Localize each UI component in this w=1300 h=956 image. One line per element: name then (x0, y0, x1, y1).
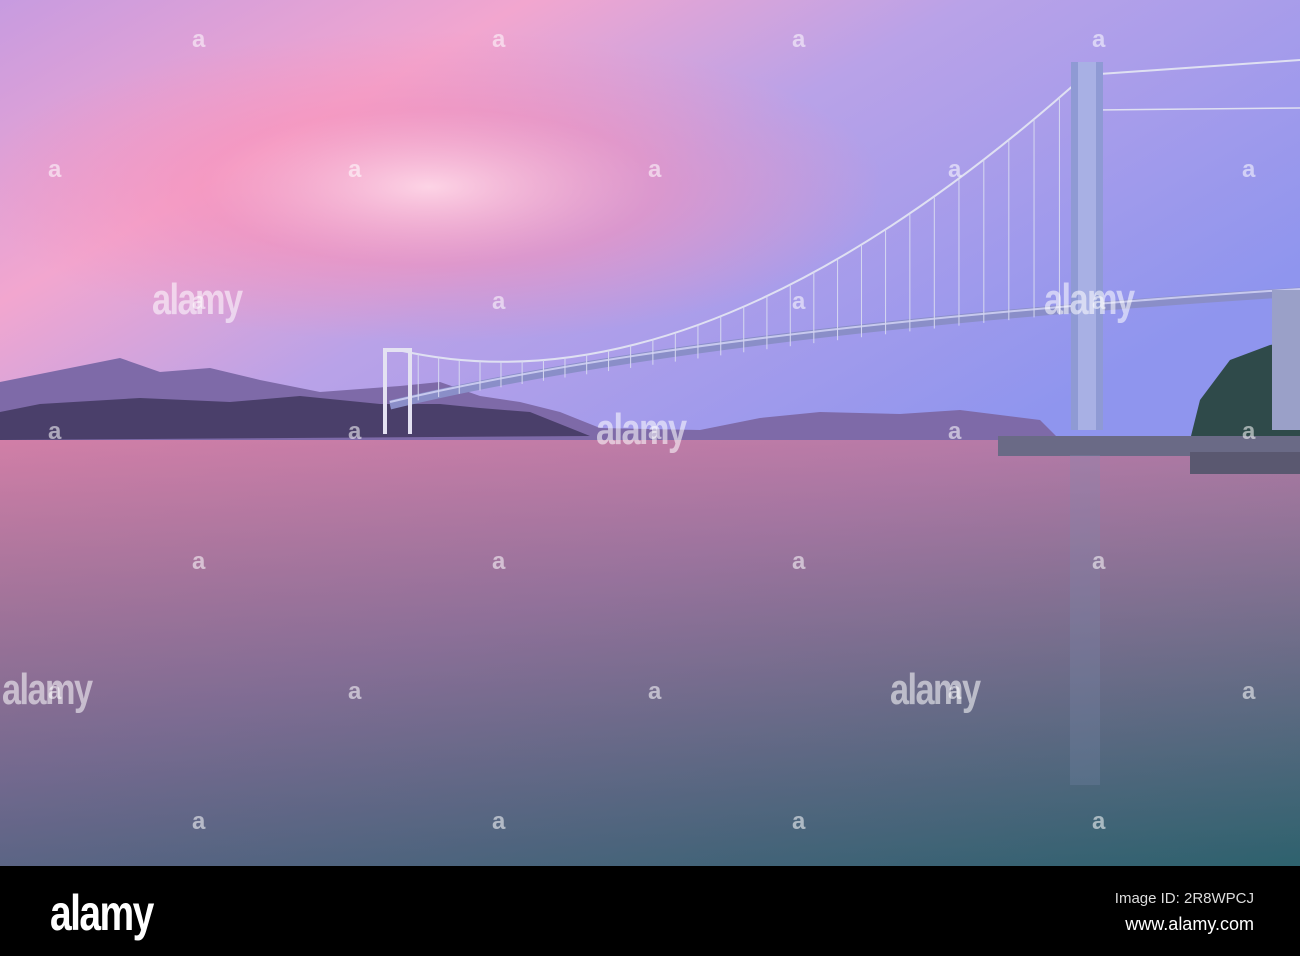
watermark-logo-icon: a (948, 418, 962, 445)
footer-bar: alamy Image ID: 2R8WPCJ www.alamy.com (0, 866, 1300, 956)
watermark-logo-icon: a (1092, 548, 1106, 575)
watermark-logo-icon: a (948, 678, 962, 705)
watermark-logo-icon: a (1242, 156, 1256, 183)
watermark-logo-icon: a (1092, 26, 1106, 53)
watermark-logo-icon: a (1242, 418, 1256, 445)
watermark-logo-icon: a (48, 678, 62, 705)
watermark-logo-icon: a (492, 548, 506, 575)
photo-frame: alamy alamy alamy alamy alamy a a a a a a a a a a… (0, 0, 1300, 956)
watermark-logo-icon: a (1242, 678, 1256, 705)
watermark-logo-icon: a (792, 26, 806, 53)
watermark-logo-icon: a (492, 26, 506, 53)
watermark-logo-icon: a (348, 156, 362, 183)
watermark-logo-icon: a (192, 808, 206, 835)
watermark-logo-icon: a (648, 678, 662, 705)
watermark-text: alamy (2, 665, 93, 714)
watermark-logo-icon: a (648, 156, 662, 183)
watermark-logo-icon: a (192, 26, 206, 53)
watermark-logo-icon: a (648, 418, 662, 445)
watermark-text: alamy (1044, 275, 1135, 324)
watermark-logo-icon: a (792, 288, 806, 315)
watermark-text: alamy (596, 405, 687, 454)
left-tower (383, 348, 387, 434)
watermark-logo-icon: a (192, 548, 206, 575)
watermark-logo-icon: a (492, 808, 506, 835)
alamy-logo[interactable]: alamy (50, 884, 154, 942)
watermark-logo-icon: a (492, 288, 506, 315)
right-pier-column (1272, 290, 1300, 430)
watermark-logo-icon: a (348, 678, 362, 705)
watermark-logo-icon: a (192, 288, 206, 315)
image-id: Image ID: 2R8WPCJ (1114, 890, 1254, 907)
watermark-logo-icon: a (348, 418, 362, 445)
watermark-logo-icon: a (48, 418, 62, 445)
watermark-logo-icon: a (792, 548, 806, 575)
tower-reflection (1070, 455, 1100, 785)
watermark-logo-icon: a (1092, 288, 1106, 315)
watermark-logo-icon: a (792, 808, 806, 835)
watermark-logo-icon: a (948, 156, 962, 183)
watermark-logo-icon: a (48, 156, 62, 183)
watermark-text: alamy (890, 665, 981, 714)
watermark-logo-icon: a (1092, 808, 1106, 835)
site-url[interactable]: www.alamy.com (1125, 914, 1254, 935)
